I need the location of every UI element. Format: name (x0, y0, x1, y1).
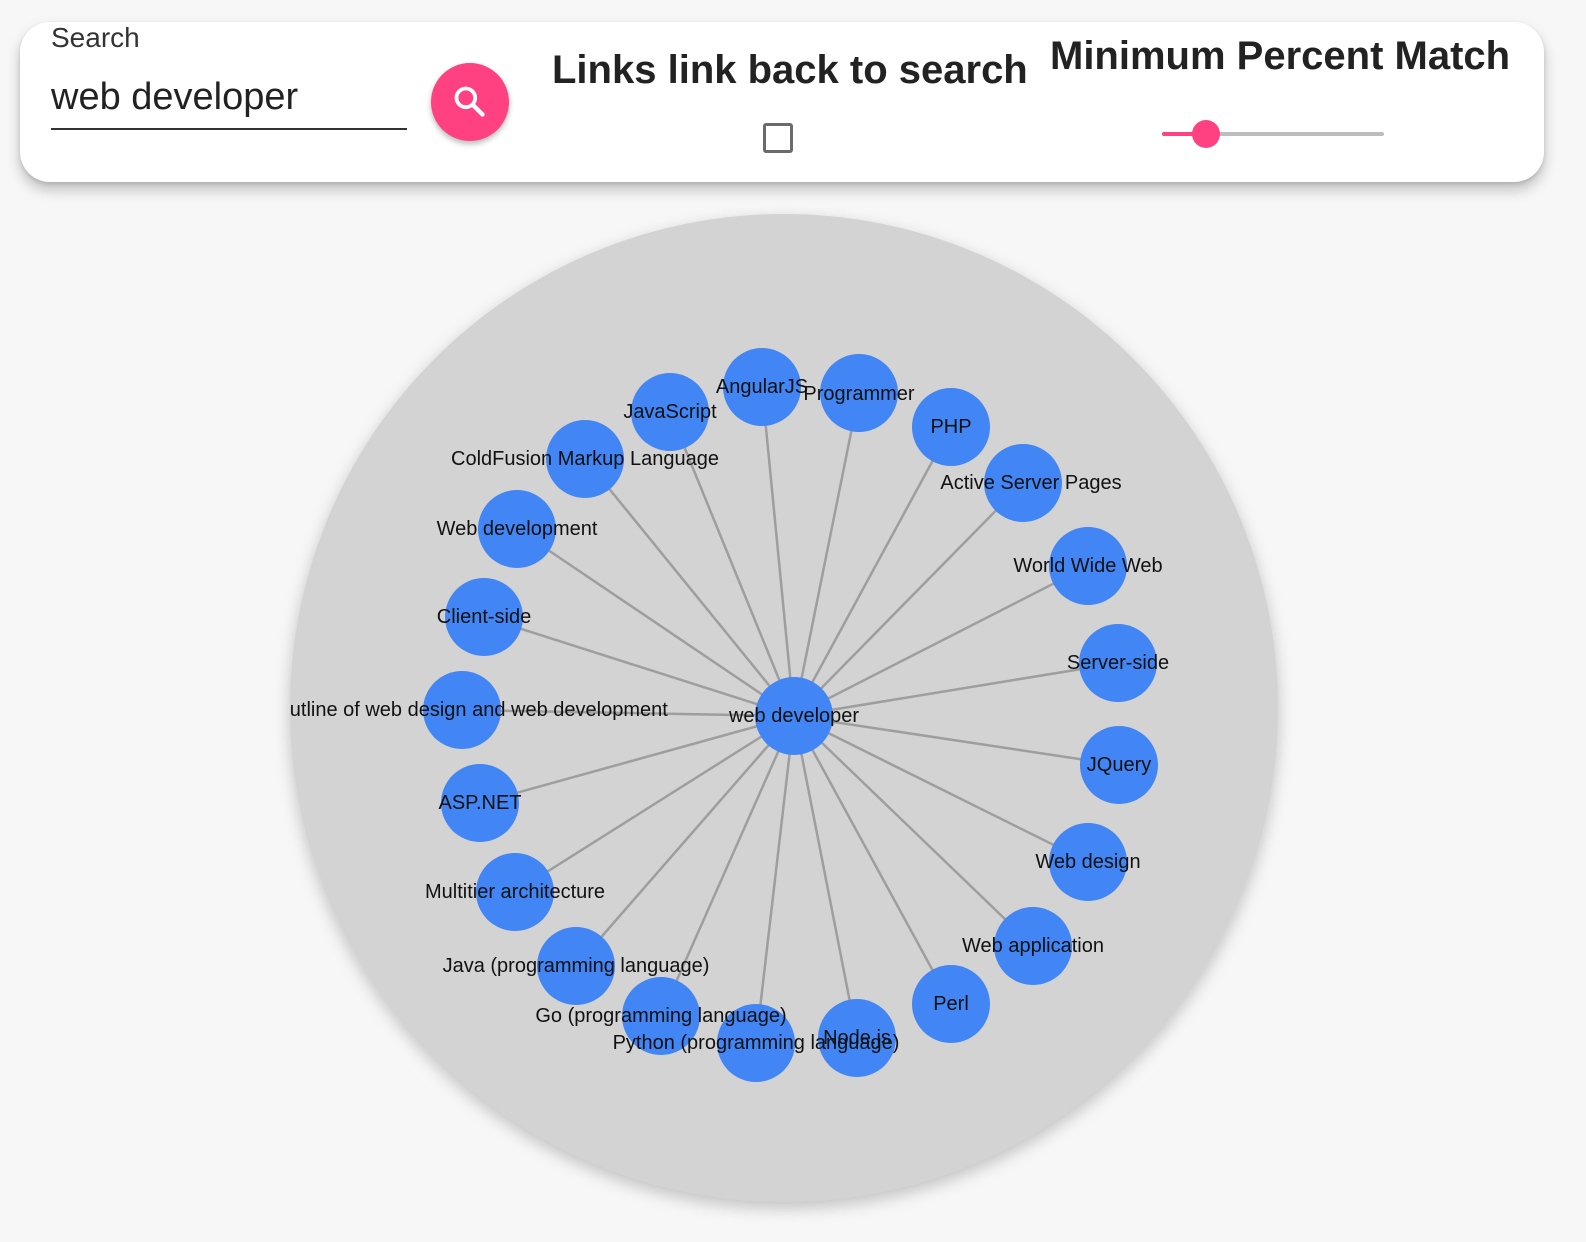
graph-node-label-programmer: Programmer (803, 383, 914, 405)
graph-node-label-angularjs: AngularJS (716, 376, 808, 398)
graph-node-label-client-side: Client-side (437, 606, 531, 628)
graph-node-label-web-development: Web development (437, 518, 598, 540)
graph-node-label-java-programming-language: Java (programming language) (443, 955, 710, 977)
graph-node-label-server-side: Server-side (1067, 652, 1169, 674)
graph-node-label-python-programming-language: Python (programming language) (613, 1032, 900, 1054)
graph-node-label-php: PHP (930, 416, 971, 438)
graph-node-label-asp-net: ASP.NET (439, 792, 522, 814)
graph-node-label-web-developer: web developer (728, 705, 859, 727)
graph-node-label-world-wide-web: World Wide Web (1013, 555, 1162, 577)
graph-node-label-web-design: Web design (1035, 851, 1140, 873)
graph-node-label-active-server-pages: Active Server Pages (940, 472, 1121, 494)
graph-node-label-perl: Perl (933, 993, 969, 1015)
graph-node-label-outline-of-web-design-and-web-development: Outline of web design and web developmen… (274, 699, 668, 721)
graph-node-label-jquery: JQuery (1087, 754, 1151, 776)
graph-node-label-web-application: Web application (962, 935, 1104, 957)
graph-node-label-coldfusion-markup-language: ColdFusion Markup Language (451, 448, 719, 470)
graph-node-label-multitier-architecture: Multitier architecture (425, 881, 605, 903)
graph-node-label-go-programming-language: Go (programming language) (535, 1005, 786, 1027)
similarity-graph: AngularJSProgrammer PHP Active Server Page… (274, 214, 1278, 1202)
graph-node-label-javascript: JavaScript (623, 401, 717, 423)
